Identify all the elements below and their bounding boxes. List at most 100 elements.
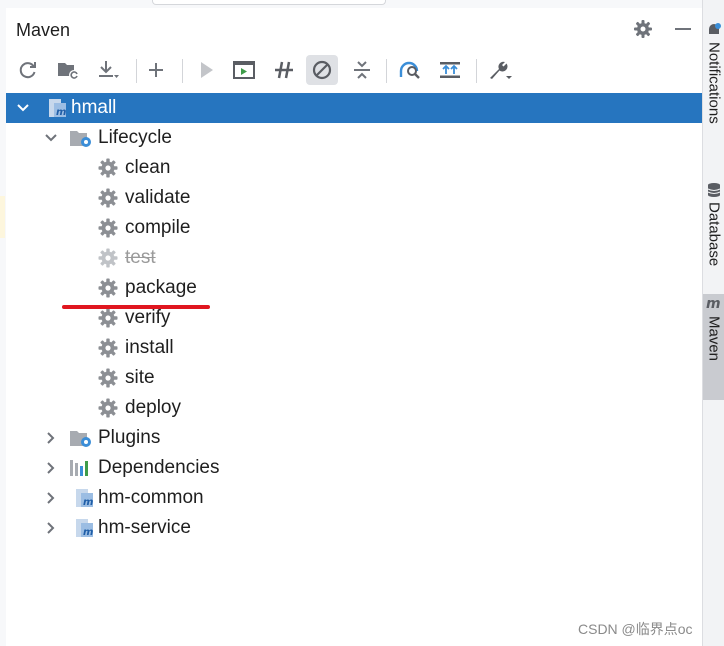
chevron-right-icon[interactable] (44, 521, 58, 535)
tree-node-label: hm-common (98, 487, 204, 508)
watermark: CSDN @临界点oc (578, 621, 693, 637)
lifecycle-goal-site[interactable]: site (6, 363, 702, 393)
play-icon (201, 62, 213, 78)
plus-icon (149, 63, 163, 77)
tab-notifications[interactable]: Notifications (703, 22, 724, 152)
chevron-down-icon[interactable] (44, 131, 58, 145)
svg-text:m: m (56, 107, 66, 118)
gear-icon (96, 186, 120, 210)
generate-sources-button[interactable] (52, 55, 84, 85)
wrench-icon (490, 61, 512, 79)
toolbar-separator (476, 59, 477, 83)
goal-label: deploy (125, 397, 181, 418)
chevron-right-icon[interactable] (44, 431, 58, 445)
gear-icon (96, 396, 120, 420)
editor-highlight (0, 196, 5, 238)
analyze-icon (399, 61, 420, 79)
chevron-right-icon[interactable] (44, 491, 58, 505)
maven-module-icon: m (71, 516, 95, 540)
panel-header: Maven (6, 8, 702, 51)
lifecycle-goal-compile[interactable]: compile (6, 213, 702, 243)
gear-icon (96, 306, 120, 330)
right-tool-strip: Notifications Database m Maven (702, 0, 724, 646)
add-maven-project-button[interactable] (140, 55, 172, 85)
goal-label: verify (125, 307, 171, 328)
tree-node-label: Plugins (98, 427, 161, 448)
goal-label: test (125, 247, 156, 268)
tree-node-label: hmall (71, 97, 117, 118)
maven-tool-window: Maven m hmall Lifecycle clean validate c… (6, 8, 702, 646)
offline-icon (275, 61, 293, 79)
maven-icon: m (706, 296, 721, 312)
lifecycle-goal-package[interactable]: package (6, 273, 702, 303)
toolbar-separator (182, 59, 183, 83)
lifecycle-goal-test[interactable]: test (6, 243, 702, 273)
skip-tests-button[interactable] (306, 55, 338, 85)
goal-label: install (125, 337, 174, 358)
show-dependencies-button[interactable] (394, 55, 426, 85)
folder-refresh-icon (58, 63, 79, 80)
reload-all-projects-button[interactable] (12, 55, 44, 85)
gear-icon (96, 276, 120, 300)
tab-label: Maven (705, 316, 723, 362)
download-sources-button[interactable] (92, 55, 124, 85)
tree-node-label: hm-service (98, 517, 191, 538)
gear-icon (96, 156, 120, 180)
svg-text:m: m (83, 527, 93, 538)
gear-icon (96, 336, 120, 360)
goal-label: clean (125, 157, 171, 178)
tree-node-label: Lifecycle (98, 127, 172, 148)
gear-icon (96, 366, 120, 390)
show-diagram-button[interactable] (434, 55, 466, 85)
skip-tests-icon (312, 60, 332, 80)
maven-toolbar (6, 51, 702, 89)
tree-node-lifecycle[interactable]: Lifecycle (6, 123, 702, 153)
tree-node-hm-common[interactable]: m hm-common (6, 483, 702, 513)
collapse-icon (354, 61, 370, 79)
build-tool-settings-button[interactable] (484, 55, 516, 85)
download-icon (99, 61, 119, 78)
chevron-down-icon[interactable] (16, 101, 30, 115)
goal-label: site (125, 367, 155, 388)
toolbar-separator (136, 59, 137, 83)
minus-icon[interactable] (672, 18, 694, 40)
tab-maven[interactable]: m Maven (703, 294, 724, 400)
tree-node-dependencies[interactable]: Dependencies (6, 453, 702, 483)
goal-label: validate (125, 187, 191, 208)
toolbar-separator (386, 59, 387, 83)
terminal-run-icon (233, 61, 255, 79)
plugins-folder-icon (69, 426, 93, 450)
database-icon (707, 183, 721, 197)
tab-database[interactable]: Database (703, 182, 724, 282)
maven-module-icon: m (71, 486, 95, 510)
execute-maven-goal-button[interactable] (228, 55, 260, 85)
bell-icon (709, 23, 721, 34)
tree-node-label: Dependencies (98, 457, 220, 478)
collapse-all-button[interactable] (346, 55, 378, 85)
tree-node-hm-service[interactable]: m hm-service (6, 513, 702, 543)
lifecycle-goal-install[interactable]: install (6, 333, 702, 363)
svg-text:m: m (83, 497, 93, 508)
annotation-underline (62, 305, 210, 309)
goal-label: compile (125, 217, 191, 238)
panel-title: Maven (16, 20, 71, 40)
tree-node-plugins[interactable]: Plugins (6, 423, 702, 453)
tab-label: Notifications (705, 42, 723, 124)
lifecycle-goal-validate[interactable]: validate (6, 183, 702, 213)
tab-label: Database (705, 202, 723, 267)
lifecycle-folder-icon (69, 126, 93, 150)
gear-icon (96, 246, 120, 270)
toggle-offline-mode-button[interactable] (268, 55, 300, 85)
maven-module-icon: m (44, 96, 68, 120)
lifecycle-goal-clean[interactable]: clean (6, 153, 702, 183)
gear-icon (96, 216, 120, 240)
tree-node-hmall[interactable]: m hmall (6, 93, 702, 123)
run-maven-build-button[interactable] (190, 55, 222, 85)
gear-icon[interactable] (632, 18, 654, 40)
goal-label: package (125, 277, 197, 298)
diagram-icon (440, 62, 460, 78)
editor-tab-stub[interactable] (152, 0, 386, 5)
lifecycle-goal-deploy[interactable]: deploy (6, 393, 702, 423)
svg-text:m: m (706, 296, 721, 312)
chevron-right-icon[interactable] (44, 461, 58, 475)
